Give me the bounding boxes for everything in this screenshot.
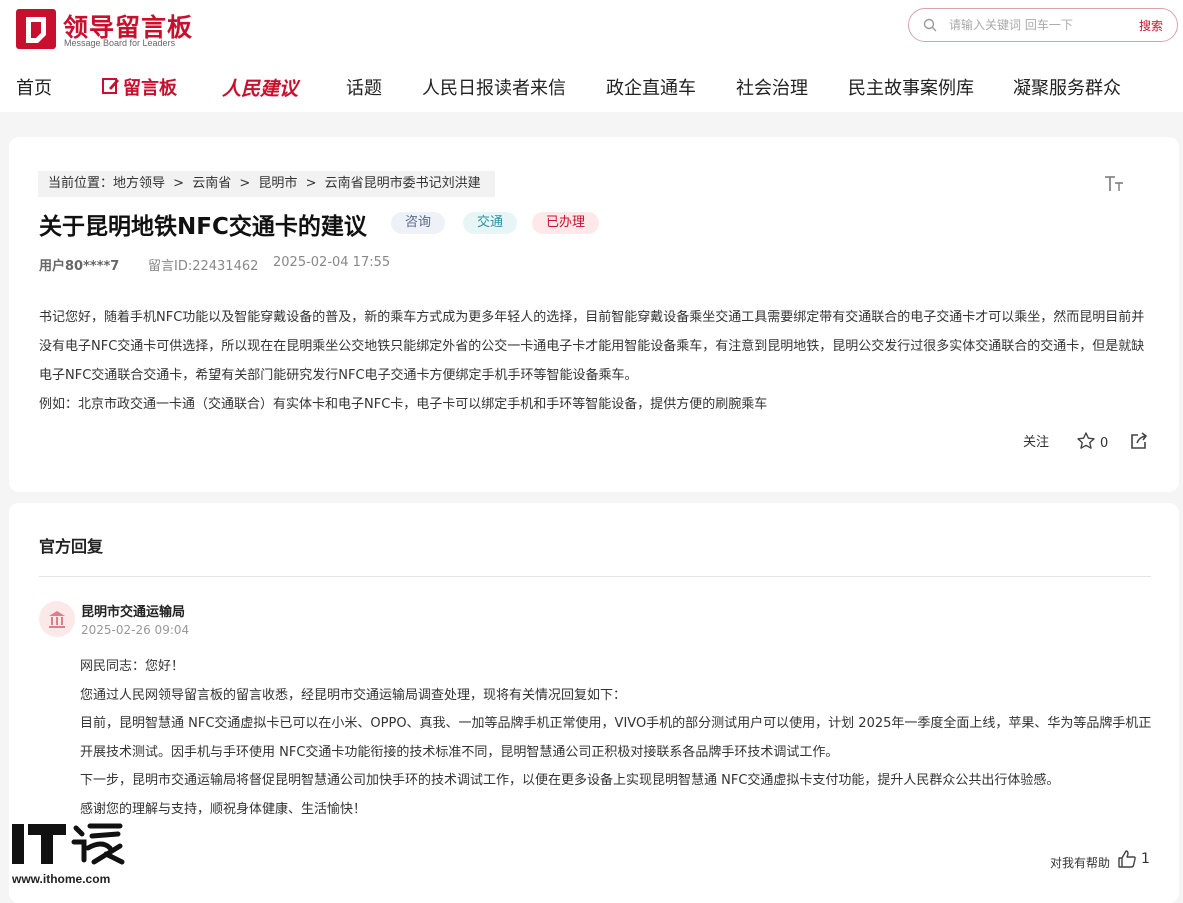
message-paragraph: 书记您好，随着手机NFC功能以及智能穿戴设备的普及，新的乘车方式成为更多年轻人的…: [39, 310, 1145, 383]
breadcrumb-province[interactable]: 云南省: [192, 176, 231, 191]
breadcrumb-leader[interactable]: 云南省昆明市委书记刘洪建: [325, 176, 481, 191]
breadcrumb-separator: >: [173, 176, 185, 191]
pen-icon: [102, 78, 119, 94]
government-building-icon: [49, 611, 65, 628]
nav-item-people-suggestion[interactable]: 人民建议: [222, 74, 298, 101]
search-icon[interactable]: [923, 18, 937, 32]
main-nav: 首页 留言板 人民建议 话题 人民日报读者来信 政企直通车 社会治理 民主故事案…: [0, 66, 1183, 106]
search-button[interactable]: 搜索: [1139, 17, 1163, 34]
reply-paragraph: 您通过人民网领导留言板的留言收悉，经昆明市交通运输局调查处理，现将有关情况回复如…: [80, 687, 627, 703]
nav-item-topics[interactable]: 话题: [346, 74, 382, 100]
reply-section-title: 官方回复: [39, 537, 104, 556]
logo-mark-icon: [16, 9, 56, 49]
tag-traffic: 交通: [463, 212, 518, 234]
thumbs-up-icon[interactable]: [1117, 849, 1137, 869]
logo-subtitle: Message Board for Leaders: [64, 38, 176, 48]
message-title: 关于昆明地铁NFC交通卡的建议: [39, 214, 367, 240]
avatar: [39, 601, 75, 637]
reply-body: 网民同志：您好！ 您通过人民网领导留言板的留言收悉，经昆明市交通运输局调查处理，…: [80, 653, 1155, 824]
message-card: 当前位置：地方领导 > 云南省 > 昆明市 > 云南省昆明市委书记刘洪建 关于昆…: [9, 137, 1179, 492]
site-logo[interactable]: 领导留言板 Message Board for Leaders: [16, 6, 206, 50]
breadcrumb-current-label[interactable]: 当前位置：地方领导: [48, 176, 165, 191]
nav-item-message-board-label: 留言板: [123, 78, 177, 99]
message-paragraph: 例如：北京市政交通一卡通（交通联合）有实体卡和电子NFC卡，电子卡可以绑定手机和…: [39, 397, 768, 412]
official-reply-card: 官方回复 昆明市交通运输局 2025-02-26 09:04 网民同志：您好！ …: [9, 503, 1179, 903]
nav-item-readers-letters[interactable]: 人民日报读者来信: [422, 74, 566, 100]
helpful-count: 1: [1141, 851, 1150, 867]
reply-paragraph: 目前，昆明智慧通 NFC交通虚拟卡已可以在小米、OPPO、真我、一加等品牌手机正…: [80, 716, 1152, 760]
helpful-label: 对我有帮助: [1050, 856, 1111, 870]
nav-item-home[interactable]: 首页: [16, 74, 52, 100]
font-size-icon[interactable]: [1103, 173, 1125, 195]
divider: [39, 576, 1151, 577]
nav-item-message-board[interactable]: 留言板: [101, 74, 177, 100]
tag-consult: 咨询: [391, 212, 446, 234]
breadcrumb-separator: >: [239, 176, 251, 191]
top-header: 领导留言板 Message Board for Leaders 搜索 首页 留言…: [0, 0, 1183, 112]
tag-status-handled: 已办理: [532, 212, 600, 234]
star-icon: [1077, 432, 1095, 449]
message-datetime: 2025-02-04 17:55: [273, 255, 391, 270]
breadcrumb-city[interactable]: 昆明市: [258, 176, 297, 191]
search-input[interactable]: [949, 16, 1119, 34]
message-user: 用户80****7: [39, 259, 120, 274]
reply-paragraph: 感谢您的理解与支持，顺祝身体健康、生活愉快！: [80, 801, 367, 817]
nav-item-gov-business[interactable]: 政企直通车: [606, 74, 696, 100]
favorite-button[interactable]: 0: [1076, 431, 1108, 451]
nav-item-social-governance[interactable]: 社会治理: [736, 74, 808, 100]
reply-org-name: 昆明市交通运输局: [81, 605, 186, 620]
watermark-url: www.ithome.com: [12, 872, 111, 886]
reply-paragraph: 网民同志：您好！: [80, 659, 185, 674]
favorite-count: 0: [1100, 436, 1109, 451]
search-box: 搜索: [908, 8, 1178, 42]
reply-datetime: 2025-02-26 09:04: [81, 623, 190, 637]
follow-button[interactable]: 关注: [1023, 431, 1049, 450]
breadcrumb: 当前位置：地方领导 > 云南省 > 昆明市 > 云南省昆明市委书记刘洪建: [38, 171, 495, 197]
nav-item-democracy-cases[interactable]: 民主故事案例库: [848, 74, 974, 100]
breadcrumb-separator: >: [305, 176, 317, 191]
message-body: 书记您好，随着手机NFC功能以及智能穿戴设备的普及，新的乘车方式成为更多年轻人的…: [39, 303, 1151, 419]
share-icon[interactable]: [1129, 431, 1149, 451]
reply-paragraph: 下一步，昆明市交通运输局将督促昆明智慧通公司加快手环的技术调试工作，以便在更多设…: [80, 773, 1060, 788]
nav-item-serve-people[interactable]: 凝聚服务群众: [1013, 74, 1121, 100]
message-id: 留言ID:22431462: [148, 259, 259, 274]
